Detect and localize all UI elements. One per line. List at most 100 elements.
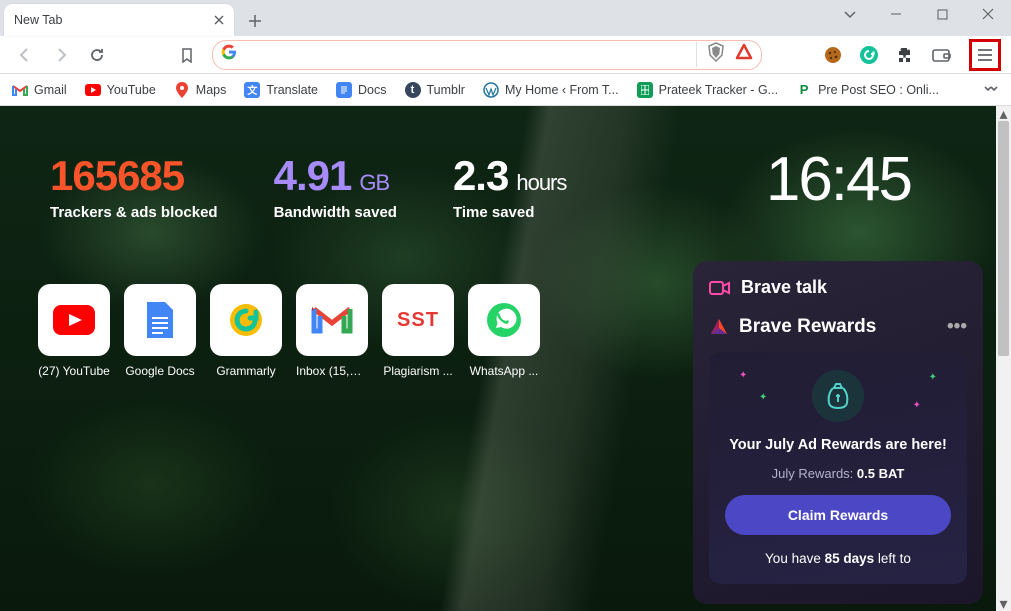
browser-toolbar (0, 36, 1011, 74)
bookmarks-bar: Gmail YouTube Maps 文 Translate Docs t Tumb… (0, 74, 1011, 106)
close-window-button[interactable] (965, 0, 1011, 28)
browser-tab[interactable]: New Tab (4, 4, 234, 36)
maps-icon (174, 82, 190, 98)
gdocs-icon (336, 82, 352, 98)
tile-label: Grammarly (210, 364, 282, 378)
stat-value: 4.91 (274, 152, 352, 200)
grammarly-icon (225, 299, 267, 341)
rewards-card-title: Your July Ad Rewards are here! (725, 436, 951, 456)
bookmark-tumblr[interactable]: t Tumblr (405, 82, 465, 98)
brave-shields-icon[interactable] (707, 42, 725, 67)
scrollbar-thumb[interactable] (998, 121, 1009, 356)
bookmark-label: YouTube (107, 83, 156, 97)
address-bar[interactable] (212, 40, 762, 70)
stat-unit: hours (516, 170, 566, 196)
claim-rewards-button[interactable]: Claim Rewards (725, 495, 951, 535)
stat-label: Time saved (453, 204, 566, 221)
brave-talk-row[interactable]: Brave talk (709, 277, 967, 298)
tile-label: Plagiarism ... (382, 364, 454, 378)
wallet-icon[interactable] (929, 43, 953, 67)
maximize-button[interactable] (919, 0, 965, 28)
grammarly-extension-icon[interactable] (857, 43, 881, 67)
gdocs-icon (145, 300, 175, 340)
bat-icon (709, 317, 729, 337)
forward-button[interactable] (46, 40, 76, 70)
minimize-button[interactable] (873, 0, 919, 28)
video-icon (709, 279, 731, 297)
bookmark-gmail[interactable]: Gmail (12, 82, 67, 98)
translate-icon: 文 (244, 82, 260, 98)
scroll-up-arrow[interactable]: ▴ (996, 106, 1011, 121)
bookmark-prepost[interactable]: PPre Post SEO : Onli... (796, 82, 939, 98)
cookie-extension-icon[interactable] (821, 43, 845, 67)
money-bag-icon (812, 370, 864, 422)
bookmark-label: Translate (266, 83, 318, 97)
stat-value: 2.3 (453, 152, 508, 200)
brave-stats: 165685 Trackers & ads blocked 4.91GB Ban… (50, 152, 566, 221)
wordpress-icon (483, 82, 499, 98)
tile-plagiarism[interactable]: SST Plagiarism ... (382, 284, 454, 378)
reload-button[interactable] (82, 40, 112, 70)
rewards-menu-button[interactable]: ••• (947, 316, 967, 338)
stat-time: 2.3 hours Time saved (453, 152, 566, 221)
bookmark-translate[interactable]: 文 Translate (244, 82, 318, 98)
tile-gdocs[interactable]: Google Docs (124, 284, 196, 378)
scroll-down-arrow[interactable]: ▾ (996, 596, 1011, 611)
tab-title: New Tab (14, 13, 62, 27)
tile-label: Inbox (15,666) (296, 364, 368, 378)
sheets-icon (637, 82, 653, 98)
bookmark-label: Maps (196, 83, 227, 97)
top-sites-tiles: (27) YouTube Google Docs Grammarly Inbox… (38, 284, 540, 378)
stat-label: Trackers & ads blocked (50, 204, 218, 221)
vertical-scrollbar[interactable]: ▴ ▾ (996, 106, 1011, 611)
new-tab-page: 165685 Trackers & ads blocked 4.91GB Ban… (0, 106, 1011, 611)
bookmark-label: Gmail (34, 83, 67, 97)
clock: 16:45 (766, 144, 911, 215)
back-button[interactable] (10, 40, 40, 70)
tumblr-icon: t (405, 82, 421, 98)
tile-label: WhatsApp ... (468, 364, 540, 378)
gmail-icon (310, 303, 354, 337)
address-input[interactable] (245, 47, 688, 63)
bookmarks-overflow-button[interactable] (983, 83, 999, 97)
stat-unit: GB (359, 170, 389, 196)
hamburger-icon (977, 48, 993, 62)
extensions-puzzle-icon[interactable] (893, 43, 917, 67)
bookmark-button[interactable] (172, 40, 202, 70)
main-menu-button[interactable] (969, 39, 1001, 71)
whatsapp-icon (484, 300, 524, 340)
brave-rewards-icon[interactable] (735, 43, 753, 66)
tile-inbox[interactable]: Inbox (15,666) (296, 284, 368, 378)
stat-trackers: 165685 Trackers & ads blocked (50, 152, 218, 221)
bookmark-label: Prateek Tracker - G... (659, 83, 778, 97)
tile-whatsapp[interactable]: WhatsApp ... (468, 284, 540, 378)
brave-side-panel: Brave talk Brave Rewards ••• ✦ ✦ ✦ ✦ You… (693, 261, 983, 604)
close-tab-button[interactable] (210, 11, 228, 29)
bookmark-sheets[interactable]: Prateek Tracker - G... (637, 82, 778, 98)
rewards-title: Brave Rewards (739, 316, 876, 338)
bookmark-wordpress[interactable]: My Home ‹ From T... (483, 82, 619, 98)
search-tabs-button[interactable] (835, 0, 865, 28)
sst-icon: SST (397, 309, 439, 332)
bookmark-label: Tumblr (427, 83, 465, 97)
stat-value: 165685 (50, 152, 218, 200)
google-icon (221, 44, 237, 65)
prepost-icon: P (796, 82, 812, 98)
rewards-card-sub: July Rewards: 0.5 BAT (725, 466, 951, 481)
tile-label: Google Docs (124, 364, 196, 378)
gmail-icon (12, 82, 28, 98)
window-titlebar: New Tab (0, 0, 1011, 36)
tile-youtube[interactable]: (27) YouTube (38, 284, 110, 378)
extensions-area (821, 39, 1001, 71)
bookmark-label: My Home ‹ From T... (505, 83, 619, 97)
bookmark-docs[interactable]: Docs (336, 82, 386, 98)
brave-talk-label: Brave talk (741, 277, 827, 298)
bookmark-maps[interactable]: Maps (174, 82, 227, 98)
rewards-countdown: You have 85 days left to (725, 551, 951, 566)
bookmark-youtube[interactable]: YouTube (85, 82, 156, 98)
brave-rewards-header: Brave Rewards ••• (709, 316, 967, 338)
tile-grammarly[interactable]: Grammarly (210, 284, 282, 378)
new-tab-button[interactable] (240, 6, 270, 36)
window-controls (835, 0, 1011, 28)
youtube-icon (85, 82, 101, 98)
